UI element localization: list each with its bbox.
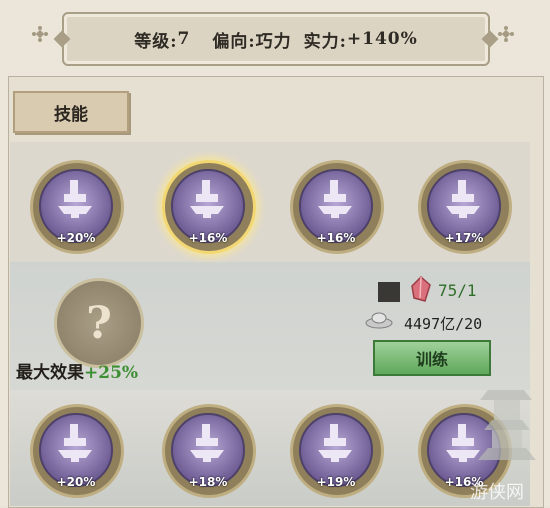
anvil-hammer-icon [190,180,224,218]
skill-bonus: +16% [316,231,356,245]
anvil-hammer-icon [446,180,480,218]
skill-slot-6[interactable]: +18% [162,404,258,500]
strength-label: 实力: [303,31,347,52]
skill-bonus: +17% [444,231,484,245]
tendency-label: 偏向: [212,31,256,52]
ornament-right-icon [498,26,514,42]
anvil-hammer-icon [58,424,92,462]
stats-banner: 等级: 7 偏向: 巧力 实力: +140% [62,12,490,66]
gem-cost: 75/1 [438,281,477,300]
skill-slot-3[interactable]: +16% [290,160,386,256]
level-value: 7 [177,29,191,49]
header-bar: 等级: 7 偏向: 巧力 实力: +140% [0,0,550,78]
skill-bonus: +20% [56,475,96,489]
max-effect-label: 最大效果 [16,363,84,383]
tendency-value: 巧力 [255,31,292,52]
max-effect: 最大效果+25% [16,358,138,383]
ornament-left-icon [32,26,48,42]
anvil-hammer-icon [318,180,352,218]
skill-bonus: +18% [188,475,228,489]
tab-skills[interactable]: 技能 [13,91,129,133]
skill-bonus: +19% [316,475,356,489]
anvil-hammer-icon [58,180,92,218]
skill-slot-1[interactable]: +20% [30,160,126,256]
silver-cost: 4497亿/20 [404,315,483,333]
unknown-skill-icon: ? [54,278,144,368]
anvil-hammer-icon [318,424,352,462]
dark-square-icon [378,282,400,302]
level-label: 等级: [134,31,178,52]
strength-value: +140% [346,29,418,49]
skill-slot-5[interactable]: +20% [30,404,126,500]
max-effect-value: +25% [84,363,139,383]
anvil-hammer-icon [190,424,224,462]
skill-bonus: +20% [56,231,96,245]
skill-slot-7[interactable]: +19% [290,404,386,500]
skill-slot-2-selected[interactable]: +16% [162,160,258,256]
skill-bonus: +16% [188,231,228,245]
skill-slot-4[interactable]: +17% [418,160,514,256]
red-crystal-icon [411,276,431,302]
silver-ingot-icon [365,312,393,329]
watermark: 游侠网 [470,482,524,503]
